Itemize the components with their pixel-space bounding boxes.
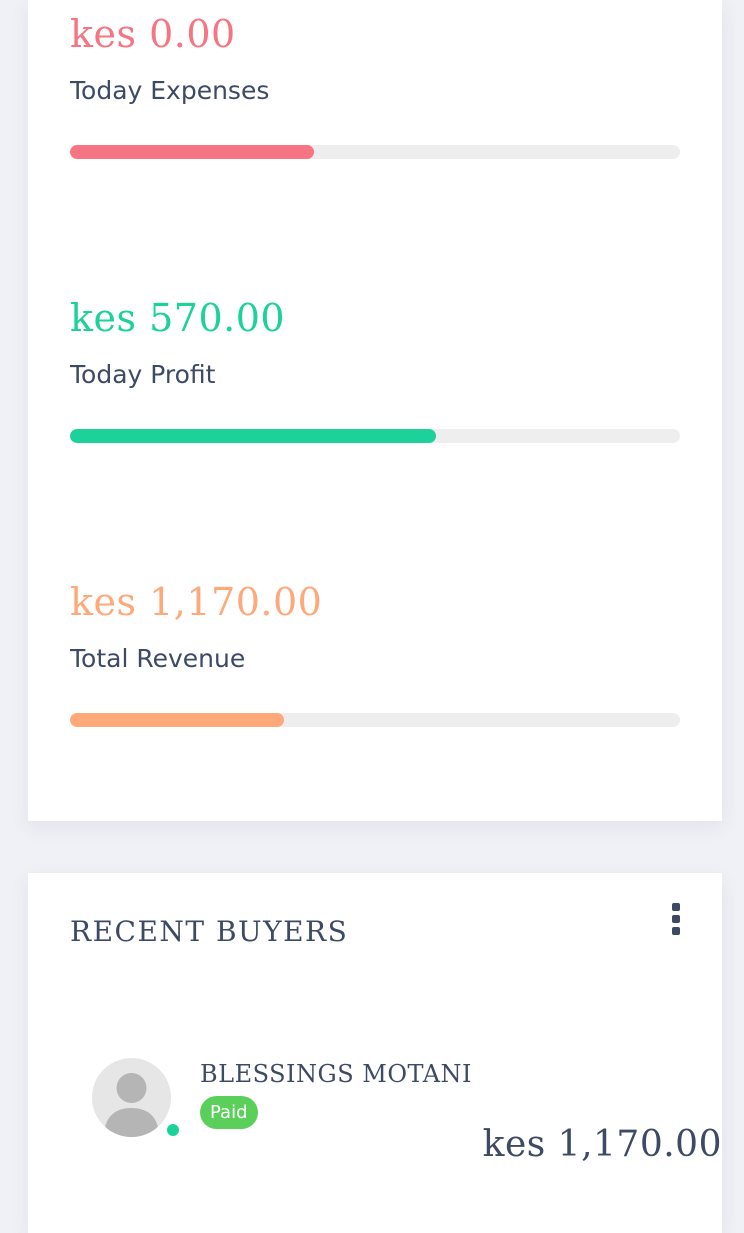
today-profit-progress-bar bbox=[70, 429, 680, 443]
user-silhouette-icon bbox=[92, 1058, 171, 1137]
today-profit-progress-fill bbox=[70, 429, 436, 443]
total-revenue-progress-fill bbox=[70, 713, 284, 727]
total-revenue-label: Total Revenue bbox=[70, 644, 246, 673]
kebab-dot bbox=[672, 903, 680, 911]
kebab-dot bbox=[672, 927, 680, 935]
recent-buyers-title: RECENT BUYERS bbox=[70, 915, 349, 948]
today-profit-stat: kes 570.00 Today Profit bbox=[70, 296, 680, 443]
total-revenue-progress-bar bbox=[70, 713, 680, 727]
buyer-amount: kes 1,170.00 bbox=[482, 1124, 722, 1165]
today-expenses-label: Today Expenses bbox=[70, 76, 270, 105]
today-expenses-amount: kes 0.00 bbox=[70, 12, 236, 56]
status-badge: Paid bbox=[200, 1096, 258, 1129]
kebab-dot bbox=[672, 915, 680, 923]
today-expenses-progress-bar bbox=[70, 145, 680, 159]
kebab-menu-icon[interactable] bbox=[668, 903, 684, 935]
buyer-name: BLESSINGS MOTANI bbox=[200, 1060, 473, 1088]
today-profit-label: Today Profit bbox=[70, 360, 216, 389]
total-revenue-amount: kes 1,170.00 bbox=[70, 580, 323, 624]
buyer-list-item[interactable]: BLESSINGS MOTANI Paid kes 1,170.00 bbox=[92, 1058, 721, 1165]
today-profit-amount: kes 570.00 bbox=[70, 296, 286, 340]
today-expenses-stat: kes 0.00 Today Expenses bbox=[70, 12, 680, 159]
stats-card: kes 0.00 Today Expenses kes 570.00 Today… bbox=[28, 0, 722, 821]
today-expenses-progress-fill bbox=[70, 145, 314, 159]
total-revenue-stat: kes 1,170.00 Total Revenue bbox=[70, 580, 680, 727]
online-status-dot bbox=[165, 1122, 181, 1138]
recent-buyers-card: RECENT BUYERS BLESSINGS MOTANI Paid kes … bbox=[28, 873, 722, 1233]
